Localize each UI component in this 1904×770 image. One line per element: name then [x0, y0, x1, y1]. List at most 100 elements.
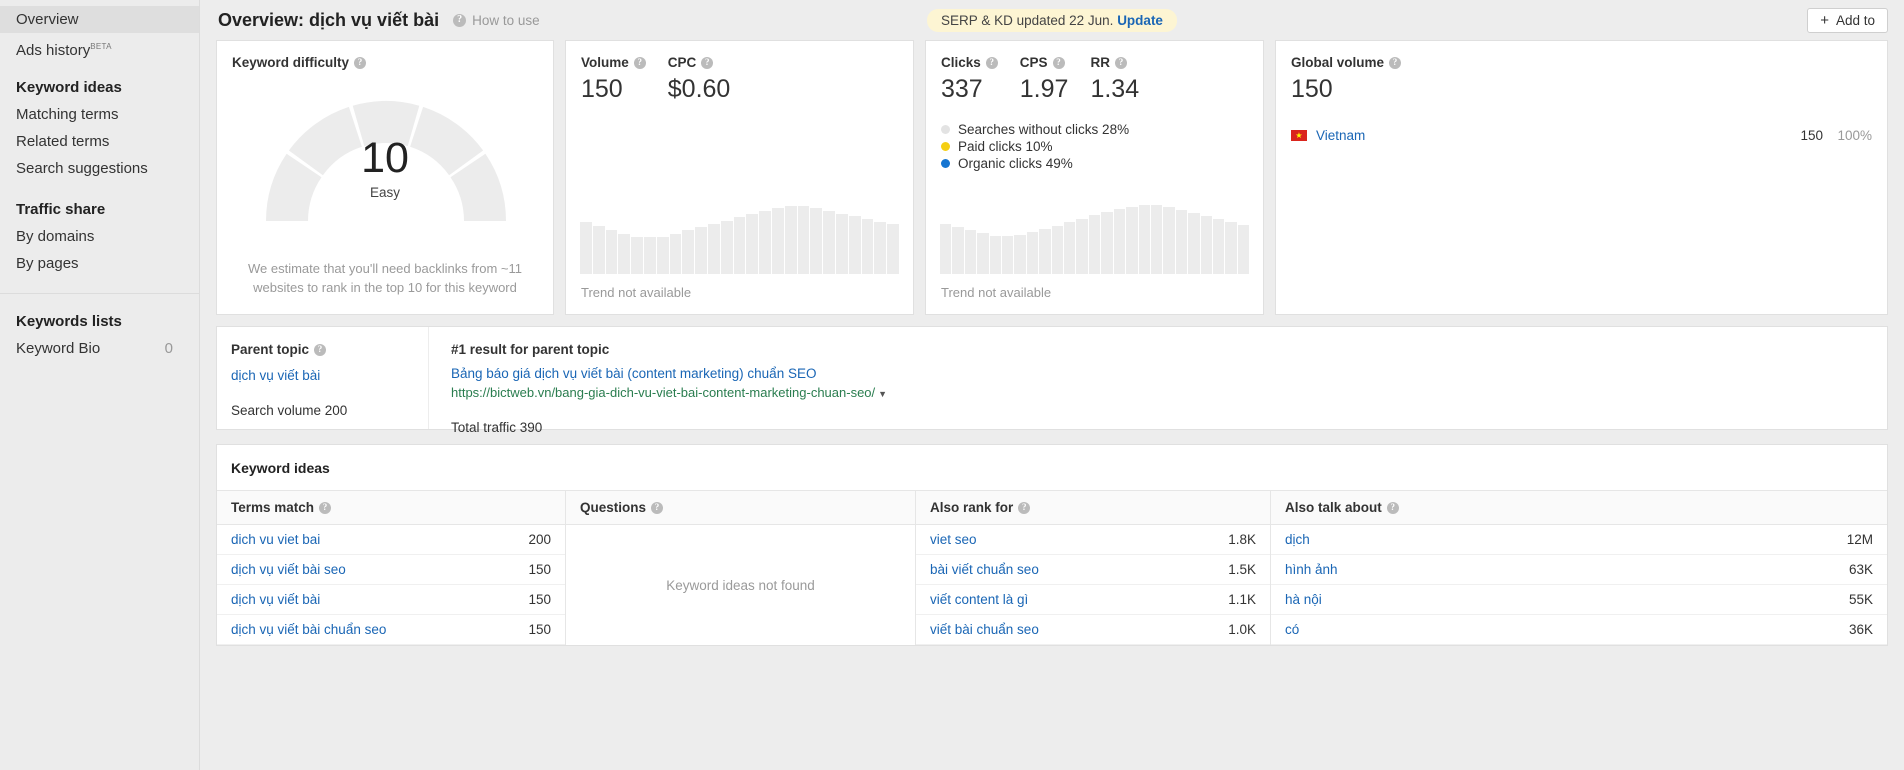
- keyword-ideas-columns: Terms match ? dich vu viet bai 200 dịch vụ…: [217, 490, 1887, 645]
- clicks-trend-note: Trend not available: [941, 285, 1052, 300]
- keyword-difficulty-title: Keyword difficulty: [232, 55, 350, 70]
- column-header: Terms match ?: [217, 491, 565, 525]
- keyword-link[interactable]: bài viết chuẩn seo: [930, 562, 1039, 577]
- help-icon[interactable]: ?: [1114, 56, 1127, 69]
- trend-bar: [952, 227, 964, 274]
- trend-bar: [1002, 236, 1014, 274]
- keyword-link[interactable]: dịch vụ viết bài seo: [231, 562, 346, 577]
- top-result-url-row[interactable]: https://bictweb.vn/bang-gia-dich-vu-viet…: [451, 385, 1887, 400]
- keyword-link[interactable]: dịch vụ viết bài chuẩn seo: [231, 622, 386, 637]
- help-icon[interactable]: ?: [1052, 56, 1065, 69]
- keyword-volume: 1.8K: [1228, 532, 1256, 547]
- help-icon[interactable]: ?: [1018, 501, 1031, 514]
- legend-item: Paid clicks 10%: [941, 138, 1248, 154]
- table-row[interactable]: có 36K: [1271, 615, 1887, 645]
- parent-topic-keyword[interactable]: dịch vụ viết bài: [231, 368, 428, 383]
- trend-bar: [964, 230, 977, 274]
- help-icon[interactable]: ?: [701, 56, 714, 69]
- clicks-trend-chart: [940, 174, 1250, 274]
- table-row[interactable]: dịch vụ viết bài seo 150: [217, 555, 565, 585]
- sidebar-item-overview[interactable]: Overview: [0, 6, 199, 33]
- keyword-difficulty-label: Easy: [369, 185, 400, 200]
- help-icon[interactable]: ?: [354, 56, 367, 69]
- table-row[interactable]: viết content là gì 1.1K: [916, 585, 1270, 615]
- global-volume-body: Global volume ? 150 ★ Vietnam 150 100%: [1276, 41, 1887, 143]
- keyword-link[interactable]: có: [1285, 622, 1299, 637]
- parent-topic-search-volume: Search volume 200: [231, 403, 348, 418]
- trend-bar: [797, 206, 810, 274]
- add-to-button[interactable]: + Add to: [1807, 8, 1888, 33]
- metric-clicks-head: Clicks ?: [941, 55, 998, 70]
- trend-bar: [682, 230, 695, 274]
- keyword-volume: 36K: [1848, 622, 1873, 637]
- sidebar-item-label: Ads history: [16, 42, 91, 59]
- sidebar-item-by-domains[interactable]: By domains: [0, 223, 199, 250]
- metric-cpc-value: $0.60: [667, 75, 731, 103]
- keyword-link[interactable]: dịch: [1285, 532, 1310, 547]
- help-icon[interactable]: ?: [1386, 501, 1399, 514]
- column-rows: dich vu viet bai 200 dịch vụ viết bài seo 1…: [217, 525, 565, 645]
- help-icon[interactable]: ?: [633, 56, 646, 69]
- global-volume-title-row: Global volume ?: [1291, 55, 1872, 70]
- help-icon[interactable]: ?: [985, 56, 998, 69]
- kd-card-body: Keyword difficulty ? 10 Easy: [217, 41, 553, 243]
- table-row[interactable]: dịch vụ viết bài chuẩn seo 150: [217, 615, 565, 645]
- table-row[interactable]: hà nội 55K: [1271, 585, 1887, 615]
- trend-bar: [618, 234, 631, 274]
- keyword-link[interactable]: dich vu viet bai: [231, 532, 320, 547]
- keyword-link[interactable]: viet seo: [930, 532, 977, 547]
- keyword-link[interactable]: viết content là gì: [930, 592, 1028, 607]
- table-row[interactable]: dịch vụ viết bài 150: [217, 585, 565, 615]
- metric-volume: Volume ? 150: [581, 55, 646, 104]
- top-result-page-title[interactable]: Bảng báo giá dịch vụ viết bài (content m…: [451, 366, 1887, 381]
- trend-bar: [631, 237, 643, 274]
- keyword-volume: 150: [528, 592, 551, 607]
- keyword-link[interactable]: viết bài chuẩn seo: [930, 622, 1039, 637]
- trend-bar: [1026, 232, 1039, 274]
- country-name[interactable]: Vietnam: [1316, 128, 1365, 143]
- clicks-card-body: Clicks ? 337 CPS ? 1.97 RR ? 1.34 Search…: [926, 41, 1263, 171]
- keyword-link[interactable]: dịch vụ viết bài: [231, 592, 320, 607]
- help-icon[interactable]: ?: [1389, 56, 1402, 69]
- trend-bar: [1113, 209, 1126, 274]
- trend-bar: [848, 216, 861, 274]
- table-row[interactable]: viet seo 1.8K: [916, 525, 1270, 555]
- serp-update-link[interactable]: Update: [1117, 13, 1163, 28]
- sidebar-item-search-suggestions[interactable]: Search suggestions: [0, 155, 199, 182]
- trend-bar: [1101, 212, 1113, 274]
- trend-bar: [887, 224, 899, 274]
- trend-bar: [810, 208, 823, 274]
- chevron-down-icon[interactable]: ▼: [878, 389, 887, 399]
- help-icon[interactable]: ?: [314, 343, 327, 356]
- metric-volume-head: Volume ?: [581, 55, 646, 70]
- help-icon[interactable]: ?: [651, 501, 664, 514]
- keyword-ideas-column-terms-match: Terms match ? dich vu viet bai 200 dịch vụ…: [217, 491, 565, 645]
- keyword-ideas-title: Keyword ideas: [231, 460, 330, 476]
- metric-cps-label: CPS: [1019, 55, 1048, 70]
- column-header-label: Also rank for: [930, 500, 1014, 515]
- table-row[interactable]: dịch 12M: [1271, 525, 1887, 555]
- help-icon[interactable]: ?: [319, 501, 332, 514]
- how-to-use-link[interactable]: ? How to use: [453, 13, 540, 28]
- table-row[interactable]: viết bài chuẩn seo 1.0K: [916, 615, 1270, 645]
- trend-bar: [605, 230, 618, 274]
- sidebar-item-label: By domains: [16, 228, 95, 245]
- parent-topic-title-row: Parent topic ?: [231, 342, 428, 357]
- table-row[interactable]: hình ảnh 63K: [1271, 555, 1887, 585]
- keyword-link[interactable]: hình ảnh: [1285, 562, 1338, 577]
- sidebar-item-by-pages[interactable]: By pages: [0, 250, 199, 277]
- keyword-difficulty-card: Keyword difficulty ? 10 Easy We estimate…: [216, 40, 554, 315]
- sidebar-group-keywords-lists: Keywords lists: [16, 313, 122, 330]
- sidebar-item-keyword-bio[interactable]: Keyword Bio 0: [0, 335, 199, 362]
- sidebar-item-matching-terms[interactable]: Matching terms: [0, 101, 199, 128]
- table-row[interactable]: dich vu viet bai 200: [217, 525, 565, 555]
- sidebar: Overview Ads historyBETA Keyword ideas M…: [0, 0, 200, 770]
- sidebar-item-related-terms[interactable]: Related terms: [0, 128, 199, 155]
- keyword-link[interactable]: hà nội: [1285, 592, 1322, 607]
- trend-bar: [1014, 235, 1026, 274]
- sidebar-item-ads-history[interactable]: Ads historyBETA: [0, 33, 199, 60]
- global-volume-card: Global volume ? 150 ★ Vietnam 150 100%: [1275, 40, 1888, 315]
- table-row[interactable]: bài viết chuẩn seo 1.5K: [916, 555, 1270, 585]
- parent-topic-title: Parent topic: [231, 342, 310, 357]
- metric-cards-row: Keyword difficulty ? 10 Easy We estimate…: [216, 40, 1888, 315]
